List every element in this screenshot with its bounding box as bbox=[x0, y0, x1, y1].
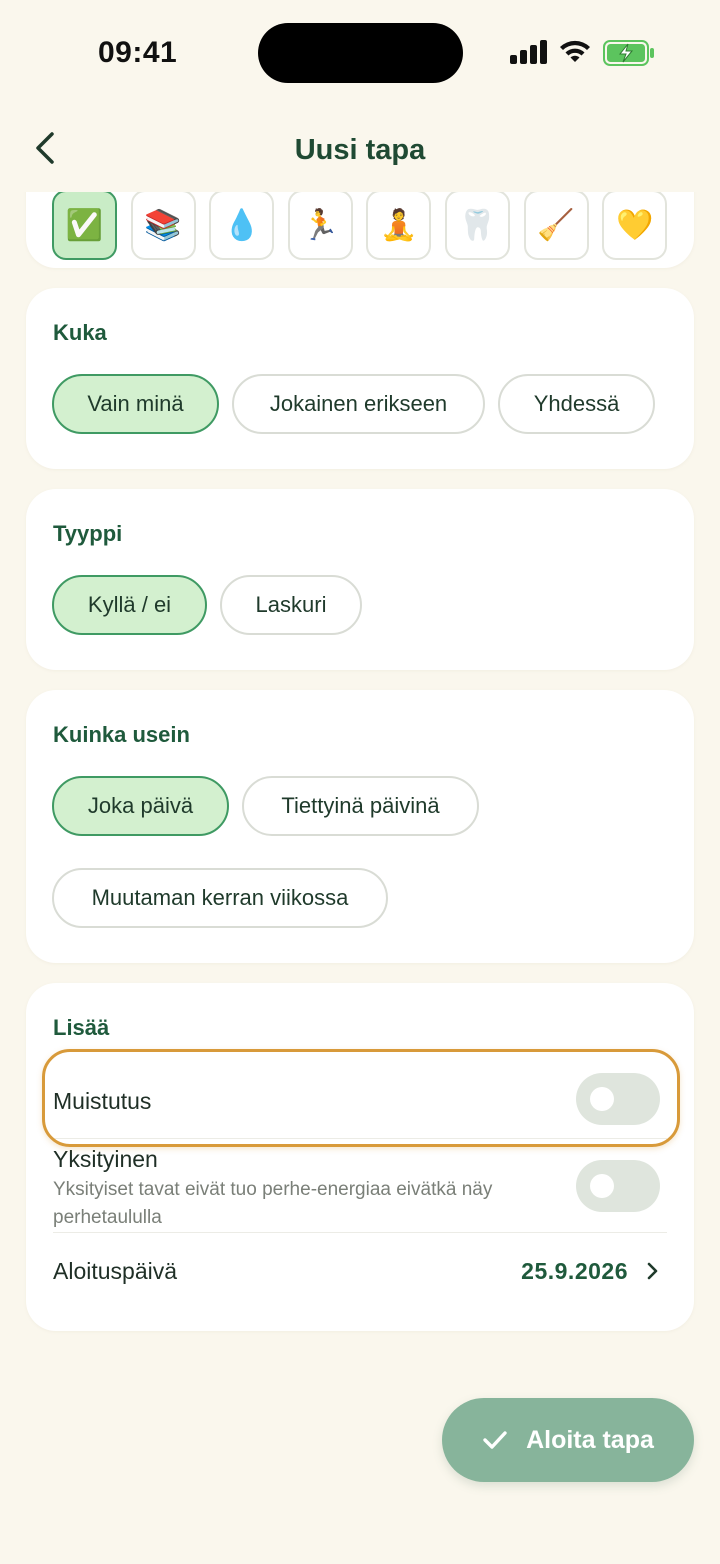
meditation-emoji[interactable]: 🧘 bbox=[366, 190, 432, 260]
start-date-value[interactable]: 25.9.2026 bbox=[496, 1258, 628, 1285]
droplet-emoji[interactable]: 💧 bbox=[209, 190, 275, 260]
status-time: 09:41 bbox=[98, 36, 178, 69]
tooth-emoji[interactable]: 🦷 bbox=[445, 190, 510, 260]
dynamic-island bbox=[258, 23, 463, 83]
start-date-label: Aloituspäivä bbox=[53, 1258, 178, 1284]
divider bbox=[53, 1138, 667, 1139]
who-card: Kuka Vain minä Jokainen erikseen Yhdessä bbox=[26, 288, 694, 469]
broom-emoji[interactable]: 🧹 bbox=[523, 190, 589, 260]
cellular-signal-icon bbox=[510, 40, 547, 64]
frequency-option-specific-days[interactable]: Tiettyinä päivinä bbox=[242, 776, 479, 836]
private-toggle-knob bbox=[590, 1174, 614, 1198]
chevron-right-icon[interactable] bbox=[646, 1261, 660, 1281]
reminder-toggle[interactable] bbox=[576, 1073, 660, 1125]
more-title: Lisää bbox=[53, 1015, 110, 1040]
reminder-toggle-knob bbox=[590, 1087, 614, 1111]
private-toggle[interactable] bbox=[576, 1160, 660, 1212]
private-description: Yksityiset tavat eivät tuo perhe-energia… bbox=[53, 1179, 493, 1228]
page-title: Uusi tapa bbox=[294, 134, 426, 166]
frequency-option-few-times-week[interactable]: Muutaman kerran viikossa bbox=[52, 868, 388, 928]
checkmark-icon bbox=[483, 1431, 507, 1449]
runner-emoji[interactable]: 🏃 bbox=[287, 190, 353, 260]
wifi-icon bbox=[560, 40, 590, 62]
heart-emoji[interactable]: 💛 bbox=[602, 190, 668, 260]
frequency-option-every-day[interactable]: Joka päivä bbox=[52, 776, 229, 836]
who-option-just-me[interactable]: Vain minä bbox=[52, 374, 219, 434]
type-card: Tyyppi Kyllä / ei Laskuri bbox=[26, 489, 694, 670]
divider bbox=[53, 1232, 667, 1233]
who-title: Kuka bbox=[53, 320, 107, 345]
screen: 09:41 Uusi tapa ✅ 📚 💧 🏃 🧘 🦷 🧹 💛 Kuka Vai… bbox=[0, 0, 720, 1564]
frequency-title: Kuinka usein bbox=[53, 722, 190, 747]
start-habit-button[interactable]: Aloita tapa bbox=[442, 1398, 694, 1482]
start-habit-label: Aloita tapa bbox=[526, 1425, 654, 1454]
battery-charging-icon bbox=[603, 40, 654, 66]
more-card: Lisää Muistutus Yksityinen Yksityiset ta… bbox=[26, 983, 694, 1331]
type-title: Tyyppi bbox=[53, 521, 123, 546]
checkmark-emoji[interactable]: ✅ bbox=[52, 190, 117, 260]
type-option-yes-no[interactable]: Kyllä / ei bbox=[52, 575, 207, 635]
frequency-card: Kuinka usein Joka päivä Tiettyinä päivin… bbox=[26, 690, 694, 963]
reminder-label: Muistutus bbox=[53, 1088, 152, 1114]
navigation-bar: Uusi tapa bbox=[0, 104, 720, 192]
who-option-each-separately[interactable]: Jokainen erikseen bbox=[232, 374, 485, 434]
who-option-together[interactable]: Yhdessä bbox=[498, 374, 655, 434]
type-option-counter[interactable]: Laskuri bbox=[220, 575, 362, 635]
books-emoji[interactable]: 📚 bbox=[130, 190, 196, 260]
private-label: Yksityinen bbox=[53, 1146, 158, 1172]
status-bar: 09:41 bbox=[0, 0, 720, 104]
